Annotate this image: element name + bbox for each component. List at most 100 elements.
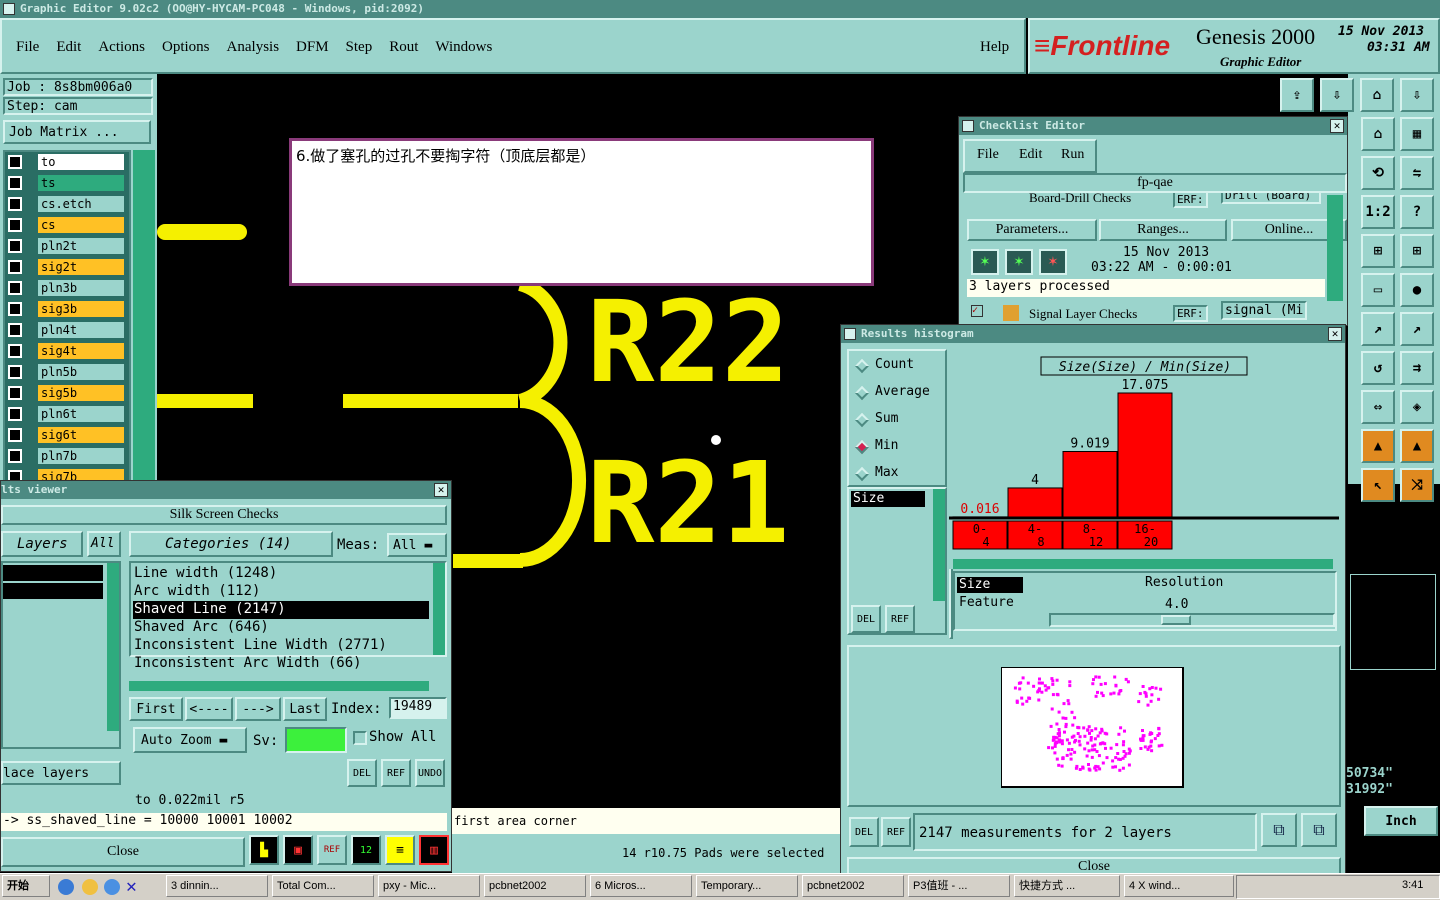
layer-checkbox[interactable] xyxy=(8,260,22,274)
layer-checkbox[interactable] xyxy=(8,365,22,379)
resolution-slider[interactable] xyxy=(1049,613,1335,627)
radio-average[interactable] xyxy=(854,385,870,401)
menu-actions[interactable]: Actions xyxy=(98,39,145,56)
download-icon[interactable]: ⇩ xyxy=(1400,78,1434,112)
layer-item[interactable]: pln2t xyxy=(8,237,124,255)
drc2-icon[interactable]: ⊞ xyxy=(1400,234,1434,268)
pan-icon[interactable]: ⇔ xyxy=(1361,390,1395,424)
ref-button[interactable]: REF xyxy=(381,759,411,787)
menu-file[interactable]: File xyxy=(16,39,39,56)
mirror-icon[interactable]: ⇋ xyxy=(1400,156,1434,190)
index-input[interactable]: 19489 xyxy=(389,697,447,719)
size-list-item[interactable]: Size xyxy=(851,491,925,507)
place-layers-button[interactable]: lace layers xyxy=(1,761,121,785)
rotate-icon[interactable]: ⟲ xyxy=(1361,156,1395,190)
report-icon[interactable]: ≡ xyxy=(385,835,415,865)
layer-checkbox[interactable] xyxy=(8,302,22,316)
cursor-icon[interactable]: ↖ xyxy=(1361,468,1395,502)
category-item[interactable]: Arc width (112) xyxy=(133,583,429,601)
undo-icon[interactable]: ↺ xyxy=(1361,351,1395,385)
menu-analysis[interactable]: Analysis xyxy=(227,39,280,56)
ref-button[interactable]: REF xyxy=(881,817,911,847)
category-item[interactable]: Inconsistent Line Width (2771) xyxy=(133,637,429,655)
show-all-checkbox[interactable] xyxy=(353,731,367,745)
radio-max[interactable] xyxy=(854,466,870,482)
home-icon[interactable]: ⌂ xyxy=(1361,117,1395,151)
taskbar-item[interactable]: pcbnet2002 xyxy=(802,875,904,897)
categories-tab[interactable]: Categories (14) xyxy=(129,531,333,557)
prev-button[interactable]: <---- xyxy=(185,697,233,721)
category-hscroll[interactable] xyxy=(129,681,429,691)
run-icon-3[interactable]: ✶ xyxy=(1039,249,1067,275)
category-item[interactable]: Line width (1248) xyxy=(133,565,429,583)
layer-item[interactable]: ts xyxy=(8,174,124,192)
layer-checkbox[interactable] xyxy=(8,428,22,442)
checklist-row-signal[interactable]: ✓ Signal Layer Checks ERF: signal (Mi xyxy=(967,301,1327,325)
checklist-row-board-drill[interactable]: Board-Drill Checks ERF: Drill (Board) xyxy=(967,193,1327,213)
taskbar-item[interactable]: Temporary... xyxy=(696,875,798,897)
layer-checkbox[interactable] xyxy=(8,344,22,358)
start-button[interactable]: 开始 xyxy=(2,875,50,897)
layer-item[interactable]: pln7b xyxy=(8,447,124,465)
layer-row[interactable] xyxy=(3,583,103,599)
category-item[interactable]: Inconsistent Arc Width (66) xyxy=(133,655,429,673)
checklist-menu-file[interactable]: File xyxy=(977,147,999,163)
menu-rout[interactable]: Rout xyxy=(389,39,418,56)
category-item[interactable]: Shaved Arc (646) xyxy=(133,619,429,637)
layer-checkbox[interactable] xyxy=(8,197,22,211)
radio-count[interactable] xyxy=(854,358,870,374)
first-button[interactable]: First xyxy=(129,697,183,721)
layer-row[interactable] xyxy=(3,565,103,581)
run-icon-2[interactable]: ✶ xyxy=(1005,249,1033,275)
vector-icon[interactable]: ↗ xyxy=(1361,312,1395,346)
layer-item[interactable]: to xyxy=(8,153,124,171)
units-button[interactable]: Inch xyxy=(1364,806,1438,836)
taskbar-item[interactable]: 4 X wind... xyxy=(1124,875,1234,897)
layer-checkbox[interactable] xyxy=(8,176,22,190)
filter-icon[interactable]: ▙ xyxy=(249,835,279,865)
layer-item[interactable]: cs xyxy=(8,216,124,234)
resolution-slider-thumb[interactable] xyxy=(1161,615,1191,625)
quicklaunch-ie-icon[interactable] xyxy=(58,879,74,895)
layer-item[interactable]: sig5b xyxy=(8,384,124,402)
checklist-menu-edit[interactable]: Edit xyxy=(1019,147,1042,163)
layer-item[interactable]: sig3b xyxy=(8,300,124,318)
taskbar-item[interactable]: pxy - Mic... xyxy=(378,875,480,897)
route-icon[interactable]: ⤨ xyxy=(1400,468,1434,502)
triangle-icon[interactable]: ▲ xyxy=(1361,429,1395,463)
layer-checkbox[interactable] xyxy=(8,218,22,232)
quicklaunch-clock-icon[interactable] xyxy=(82,879,98,895)
cube-icon[interactable]: ◈ xyxy=(1400,390,1434,424)
checklist-menu-run[interactable]: Run xyxy=(1061,147,1084,163)
layer-item[interactable]: sig2t xyxy=(8,258,124,276)
dot-icon[interactable]: ● xyxy=(1400,273,1434,307)
undo-button[interactable]: UNDO xyxy=(415,759,445,787)
menu-dfm[interactable]: DFM xyxy=(296,39,329,56)
layer-item[interactable]: pln5b xyxy=(8,363,124,381)
layer-item[interactable]: pln4t xyxy=(8,321,124,339)
histogram-icon[interactable]: ▥ xyxy=(419,835,449,865)
taskbar-item[interactable]: Total Com... xyxy=(272,875,374,897)
menu-options[interactable]: Options xyxy=(162,39,210,56)
size-list-scrollbar[interactable] xyxy=(933,489,945,601)
layer-item[interactable]: pln6t xyxy=(8,405,124,423)
layers-scrollbar[interactable] xyxy=(107,563,119,731)
layer-checkbox[interactable] xyxy=(8,449,22,463)
layer-checkbox[interactable] xyxy=(8,407,22,421)
taskbar-item[interactable]: 快捷方式 ... xyxy=(1014,875,1120,897)
taskbar-item[interactable]: P3值班 - ... xyxy=(908,875,1010,897)
taskbar-item[interactable]: 6 Micros... xyxy=(590,875,692,897)
results-close-button[interactable]: Close xyxy=(1,837,245,867)
quicklaunch-x-icon[interactable]: ✕ xyxy=(126,876,137,897)
menu-edit[interactable]: Edit xyxy=(56,39,81,56)
edit-icon[interactable]: ⇉ xyxy=(1400,351,1434,385)
layer-scrollbar[interactable] xyxy=(133,150,155,484)
layer-item[interactable]: pln3b xyxy=(8,279,124,297)
del-button[interactable]: DEL xyxy=(849,817,879,847)
ratio-icon[interactable]: 1:2 xyxy=(1361,195,1395,229)
menu-help[interactable]: Help xyxy=(980,39,1009,56)
layers-all[interactable]: All xyxy=(87,531,121,557)
layout-icon[interactable]: ▦ xyxy=(1400,117,1434,151)
ranges-button[interactable]: Ranges... xyxy=(1099,219,1227,241)
radio-sum[interactable] xyxy=(854,412,870,428)
